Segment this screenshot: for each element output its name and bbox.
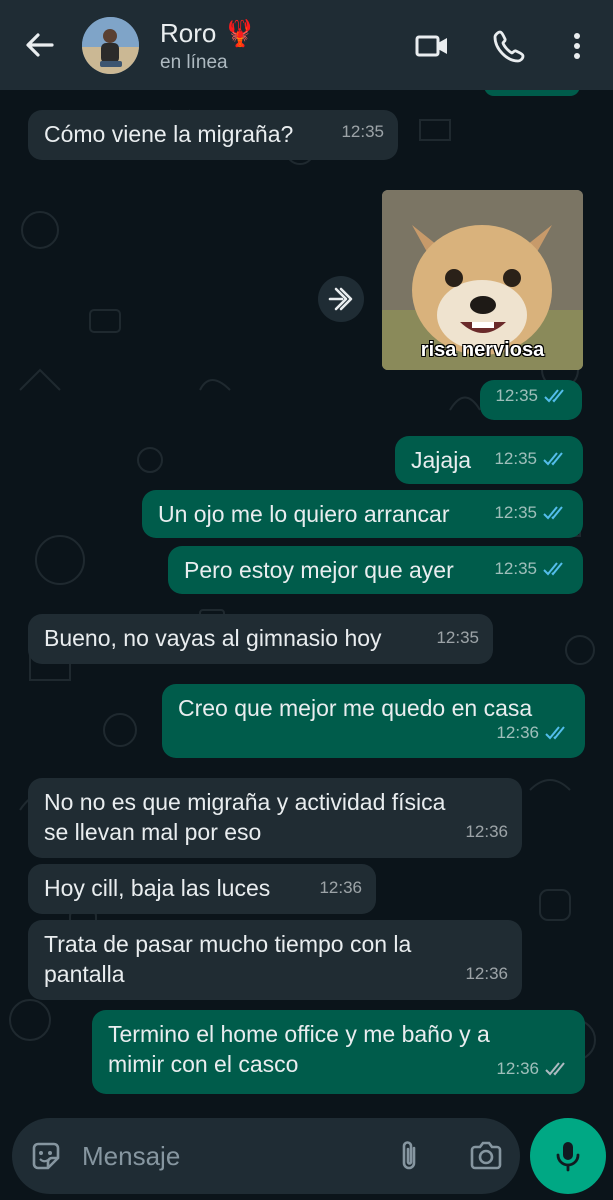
message-outgoing[interactable]: Creo que mejor me quedo en casa 12:36 xyxy=(162,684,585,758)
message-incoming[interactable]: Trata de pasar mucho tiempo con la panta… xyxy=(28,920,522,1000)
message-time: 12:35 xyxy=(495,386,538,405)
message-text: Termino el home office y me baño y a mim… xyxy=(108,1021,490,1077)
contact-name[interactable]: Roro 🦞 xyxy=(160,18,256,49)
chat-header: Roro 🦞 en línea xyxy=(0,0,613,90)
phone-icon[interactable] xyxy=(492,28,528,64)
message-outgoing[interactable]: Jajaja 12:35 xyxy=(395,436,583,484)
message-input[interactable] xyxy=(82,1134,382,1178)
message-text: Bueno, no vayas al gimnasio hoy xyxy=(44,625,382,651)
message-time: 12:36 xyxy=(496,1059,539,1078)
message-time: 12:35 xyxy=(494,449,537,468)
message-time: 12:35 xyxy=(341,122,384,141)
contact-status: en línea xyxy=(160,52,228,73)
sticker-icon[interactable] xyxy=(28,1138,64,1174)
voice-record-button[interactable] xyxy=(530,1118,606,1194)
paperclip-icon[interactable] xyxy=(392,1138,428,1174)
arrow-left-icon[interactable] xyxy=(22,28,56,62)
read-ticks-icon xyxy=(543,452,563,466)
read-ticks-icon xyxy=(543,562,563,576)
message-outgoing[interactable]: Pero estoy mejor que ayer 12:35 xyxy=(168,546,583,594)
delivered-ticks-icon xyxy=(545,1062,565,1076)
sticker-meta: 12:35 xyxy=(480,380,582,420)
message-text: Creo que mejor me quedo en casa xyxy=(178,695,533,721)
avatar[interactable] xyxy=(82,17,139,74)
more-vertical-icon[interactable] xyxy=(559,28,595,64)
message-incoming[interactable]: Cómo viene la migraña? 12:35 xyxy=(28,110,398,160)
message-text: Jajaja xyxy=(411,447,472,473)
message-incoming[interactable]: No no es que migraña y actividad física … xyxy=(28,778,522,858)
message-time: 12:35 xyxy=(494,559,537,578)
message-time: 12:36 xyxy=(465,822,508,841)
read-ticks-icon xyxy=(543,506,563,520)
message-outgoing[interactable]: Termino el home office y me baño y a mim… xyxy=(92,1010,585,1094)
message-time: 12:35 xyxy=(494,503,537,522)
message-incoming[interactable]: Bueno, no vayas al gimnasio hoy 12:35 xyxy=(28,614,493,664)
microphone-icon xyxy=(556,1142,580,1172)
video-camera-icon[interactable] xyxy=(414,28,450,64)
message-text: Pero estoy mejor que ayer xyxy=(184,557,454,583)
message-text: Cómo viene la migraña? xyxy=(44,121,294,147)
message-time: 12:35 xyxy=(436,628,479,647)
message-text: Un ojo me lo quiero arrancar xyxy=(158,501,450,527)
forward-button[interactable] xyxy=(318,276,364,322)
camera-icon[interactable] xyxy=(468,1138,504,1174)
sticker-caption: risa nerviosa xyxy=(420,339,545,361)
message-time: 12:36 xyxy=(465,964,508,983)
forward-icon xyxy=(328,287,353,311)
message-outgoing[interactable]: Un ojo me lo quiero arrancar 12:35 xyxy=(142,490,583,538)
message-time: 12:36 xyxy=(319,878,362,897)
message-text: Hoy cill, baja las luces xyxy=(44,875,271,901)
message-list[interactable]: Cómo viene la migraña? 12:35 risa nervio… xyxy=(0,90,613,1110)
read-ticks-icon xyxy=(544,389,564,403)
message-composer xyxy=(12,1118,520,1194)
message-text: No no es que migraña y actividad física … xyxy=(44,789,446,845)
message-incoming[interactable]: Hoy cill, baja las luces 12:36 xyxy=(28,864,376,914)
sticker-image[interactable]: risa nerviosa xyxy=(382,190,583,370)
message-time: 12:36 xyxy=(496,723,539,742)
read-ticks-icon xyxy=(545,726,565,740)
message-text: Trata de pasar mucho tiempo con la panta… xyxy=(44,931,412,987)
message-bubble-partial xyxy=(484,90,580,96)
